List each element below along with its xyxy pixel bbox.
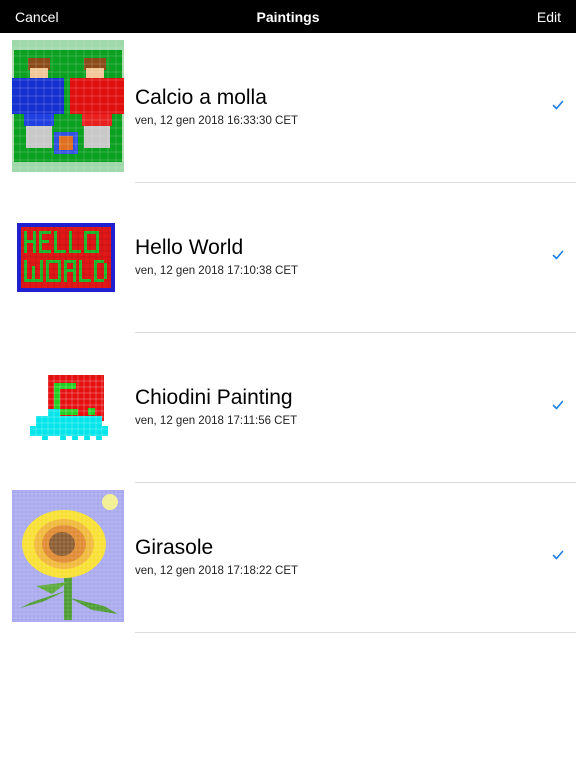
page-title: Paintings [256,9,320,25]
checkmark-icon [552,550,564,560]
checkmark-icon [552,100,564,110]
foosball-players-pixel-art [12,40,124,172]
painting-row[interactable]: Girasole ven, 12 gen 2018 17:18:22 CET [0,483,576,633]
painting-row[interactable]: Hello World ven, 12 gen 2018 17:10:38 CE… [0,183,576,333]
painting-title: Hello World [135,236,244,259]
cancel-button[interactable]: Cancel [15,0,59,33]
hello-world-pixel-art [17,223,115,292]
painting-thumbnail [12,340,124,472]
checkmark-icon [552,250,564,260]
navigation-bar: Cancel Paintings Edit [0,0,576,33]
painting-row[interactable]: Calcio a molla ven, 12 gen 2018 16:33:30… [0,33,576,183]
painting-thumbnail [12,490,124,622]
red-square-green-c-pixel-art [30,375,108,440]
painting-date: ven, 12 gen 2018 17:18:22 CET [135,565,299,577]
edit-button[interactable]: Edit [537,0,561,33]
painting-date: ven, 12 gen 2018 16:33:30 CET [135,115,299,127]
sunflower-pixel-art [12,490,124,622]
painting-date: ven, 12 gen 2018 17:10:38 CET [135,265,299,277]
painting-title: Chiodini Painting [135,386,293,409]
painting-title: Girasole [135,536,214,559]
checkmark-icon [552,400,564,410]
painting-thumbnail [12,40,124,172]
painting-date: ven, 12 gen 2018 17:11:56 CET [135,415,298,427]
painting-thumbnail [12,190,124,322]
painting-row[interactable]: Chiodini Painting ven, 12 gen 2018 17:11… [0,333,576,483]
painting-title: Calcio a molla [135,86,267,109]
paintings-list: Calcio a molla ven, 12 gen 2018 16:33:30… [0,33,576,633]
